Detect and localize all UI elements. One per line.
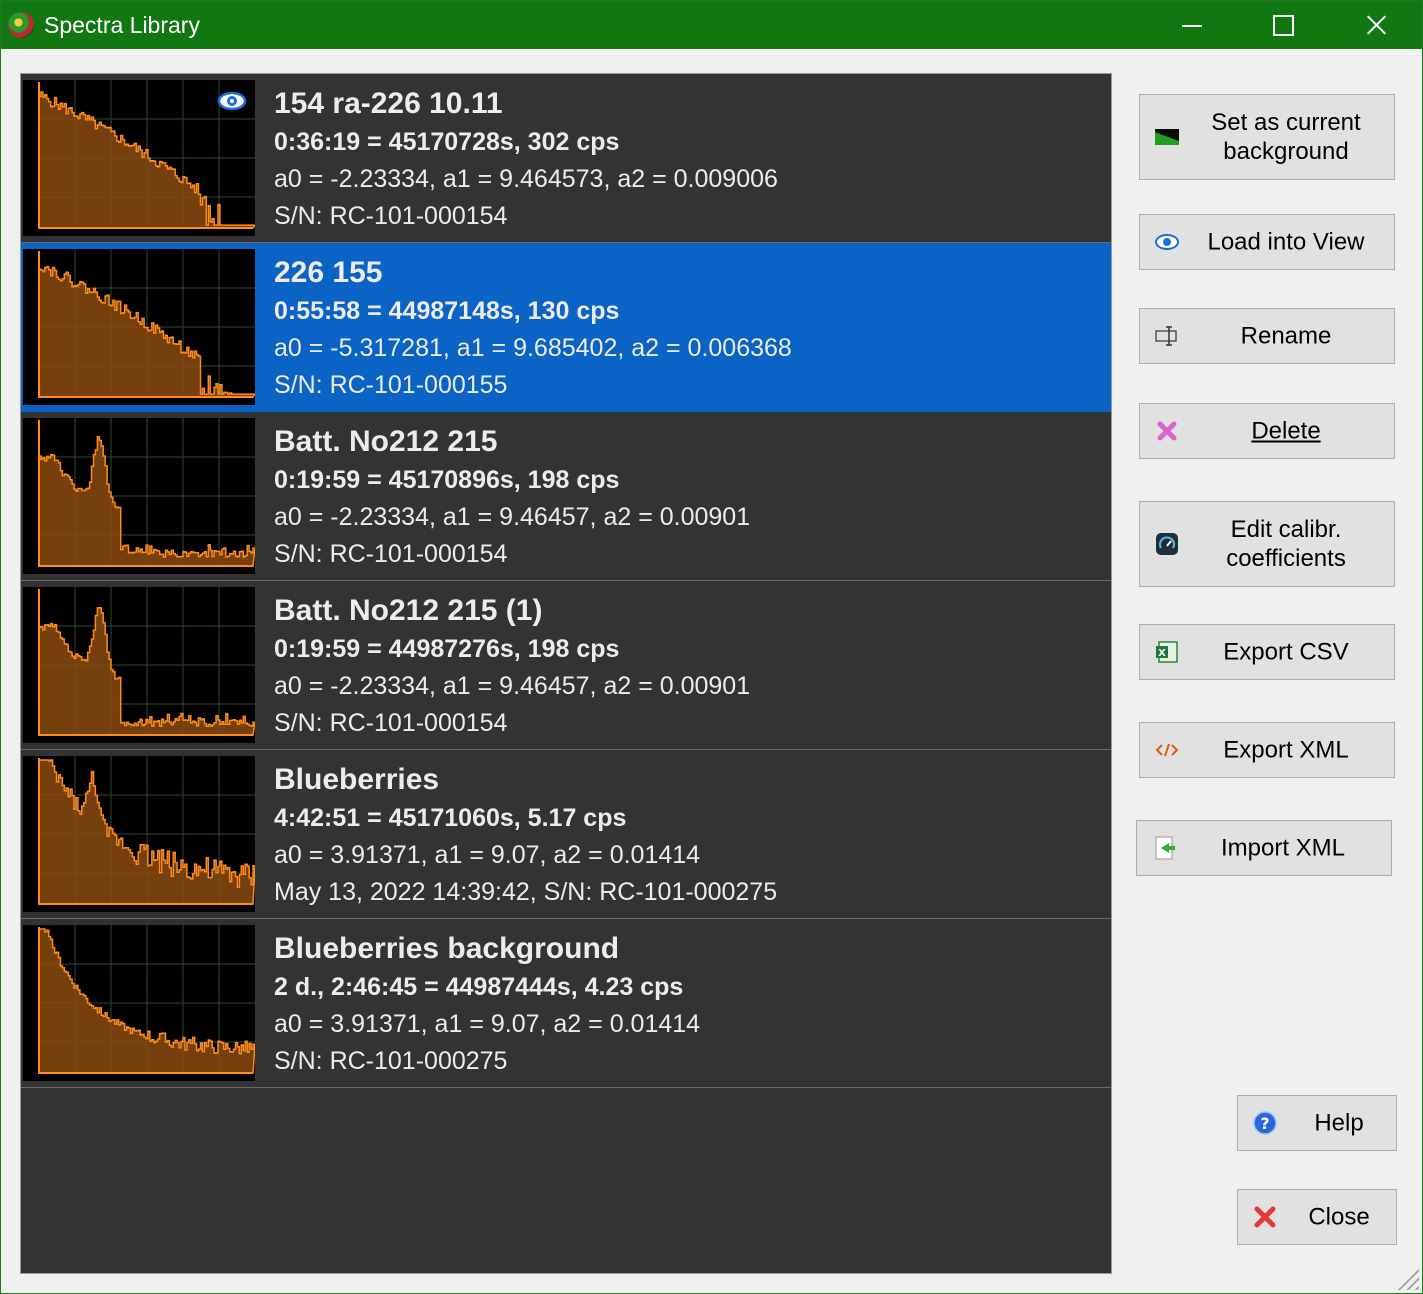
spectrum-stats: 2 d., 2:46:45 = 44987444s, 4.23 cps <box>274 973 684 1001</box>
svg-text:X: X <box>1158 648 1166 659</box>
spectrum-plot <box>38 418 255 567</box>
edit-calibration-label: Edit calibr. coefficients <box>1226 516 1346 572</box>
eye-icon <box>1155 234 1179 250</box>
spectrum-thumbnail <box>23 925 255 1081</box>
spectrum-text: 154 ra-226 10.11 0:36:19 = 45170728s, 30… <box>274 84 778 235</box>
spectrum-info: S/N: RC-101-000154 <box>274 709 508 737</box>
help-label: Help <box>1314 1109 1364 1137</box>
spectrum-name: 226 155 <box>274 256 383 289</box>
spectrum-info: May 13, 2022 14:39:42, S/N: RC-101-00027… <box>274 878 778 906</box>
spectrum-text: Batt. No212 215 (1) 0:19:59 = 44987276s,… <box>274 591 750 742</box>
spectrum-text: 226 155 0:55:58 = 44987148s, 130 cps a0 … <box>274 253 792 404</box>
export-xml-label: Export XML <box>1223 736 1349 764</box>
spectrum-stats: 0:55:58 = 44987148s, 130 cps <box>274 297 620 325</box>
spectrum-stats: 0:19:59 = 44987276s, 198 cps <box>274 635 620 663</box>
title-bar[interactable]: Spectra Library <box>1 1 1422 49</box>
spectrum-coefficients: a0 = -2.23334, a1 = 9.46457, a2 = 0.0090… <box>274 503 751 531</box>
spectrum-text: Blueberries background 2 d., 2:46:45 = 4… <box>274 929 700 1080</box>
spectrum-thumbnail <box>23 249 255 405</box>
delete-label: Delete <box>1251 417 1321 445</box>
import-xml-label: Import XML <box>1220 834 1346 862</box>
maximize-button[interactable] <box>1237 1 1329 49</box>
edit-calibration-button[interactable]: Edit calibr. coefficients <box>1139 501 1395 587</box>
spectrum-name: Blueberries background <box>274 932 620 965</box>
spectrum-stats: 0:19:59 = 45170896s, 198 cps <box>274 466 620 494</box>
resize-grip[interactable] <box>1397 1268 1419 1290</box>
rename-icon <box>1155 326 1177 346</box>
spectrum-info: S/N: RC-101-000154 <box>274 202 508 230</box>
eye-icon <box>217 91 247 111</box>
spectrum-coefficients: a0 = -2.23334, a1 = 9.46457, a2 = 0.0090… <box>274 672 751 700</box>
spectrum-item[interactable]: Blueberries background 2 d., 2:46:45 = 4… <box>21 919 1111 1088</box>
spectrum-thumbnail <box>23 418 255 574</box>
spectrum-info: S/N: RC-101-000275 <box>274 1047 508 1075</box>
help-icon: ? <box>1253 1111 1277 1135</box>
rename-label: Rename <box>1240 322 1332 350</box>
load-into-view-label: Load into View <box>1207 228 1365 256</box>
spectrum-stats: 4:42:51 = 45171060s, 5.17 cps <box>274 804 627 832</box>
spectrum-item[interactable]: Batt. No212 215 (1) 0:19:59 = 44987276s,… <box>21 581 1111 750</box>
gauge-icon <box>1156 533 1178 555</box>
spectrum-info: S/N: RC-101-000154 <box>274 540 508 568</box>
set-background-label: Set as current background <box>1211 109 1361 165</box>
spectrum-coefficients: a0 = 3.91371, a1 = 9.07, a2 = 0.01414 <box>274 841 701 869</box>
spectrum-text: Batt. No212 215 0:19:59 = 45170896s, 198… <box>274 422 750 573</box>
spectrum-item[interactable]: 154 ra-226 10.11 0:36:19 = 45170728s, 30… <box>21 74 1111 243</box>
export-csv-label: Export CSV <box>1223 638 1349 666</box>
spectrum-plot <box>38 587 255 736</box>
spectrum-plot <box>38 249 255 398</box>
window-title: Spectra Library <box>44 12 200 38</box>
spectrum-coefficients: a0 = -5.317281, a1 = 9.685402, a2 = 0.00… <box>274 334 792 362</box>
spectrum-thumbnail <box>23 80 255 236</box>
spectrum-plot <box>38 756 255 905</box>
spectrum-item-selected[interactable]: 226 155 0:55:58 = 44987148s, 130 cps a0 … <box>21 243 1111 412</box>
spectrum-coefficients: a0 = 3.91371, a1 = 9.07, a2 = 0.01414 <box>274 1010 701 1038</box>
export-csv-button[interactable]: X Export CSV <box>1139 624 1395 680</box>
close-window-button[interactable] <box>1329 1 1421 49</box>
spectrum-stats: 0:36:19 = 45170728s, 302 cps <box>274 128 620 156</box>
spectrum-item[interactable]: Blueberries 4:42:51 = 45171060s, 5.17 cp… <box>21 750 1111 919</box>
delete-icon <box>1157 421 1177 441</box>
close-icon <box>1254 1206 1276 1228</box>
spreadsheet-icon: X <box>1156 641 1178 663</box>
spectrum-name: Batt. No212 215 <box>274 425 498 458</box>
export-xml-button[interactable]: Export XML <box>1139 722 1395 778</box>
spectrum-text: Blueberries 4:42:51 = 45171060s, 5.17 cp… <box>274 760 777 911</box>
rename-button[interactable]: Rename <box>1139 308 1395 364</box>
close-label: Close <box>1308 1203 1370 1231</box>
load-into-view-button[interactable]: Load into View <box>1139 214 1395 270</box>
spectrum-info: S/N: RC-101-000155 <box>274 371 508 399</box>
spectrum-name: Blueberries <box>274 763 440 796</box>
set-background-button[interactable]: Set as current background <box>1139 94 1395 180</box>
spectrum-plot <box>38 925 255 1074</box>
close-button[interactable]: Close <box>1237 1189 1397 1245</box>
spectra-library-window: Spectra Library 154 ra-226 10.11 0:36:19… <box>0 0 1423 1294</box>
spectrum-coefficients: a0 = -2.23334, a1 = 9.464573, a2 = 0.009… <box>274 165 778 193</box>
svg-text:?: ? <box>1260 1114 1269 1133</box>
import-icon <box>1155 836 1175 860</box>
spectrum-name: Batt. No212 215 (1) <box>274 594 543 627</box>
code-icon <box>1155 743 1179 757</box>
minimize-button[interactable] <box>1145 1 1237 49</box>
spectrum-name: 154 ra-226 10.11 <box>274 87 503 120</box>
help-button[interactable]: ? Help <box>1237 1095 1397 1151</box>
import-xml-button[interactable]: Import XML <box>1136 820 1392 876</box>
spectra-list[interactable]: 154 ra-226 10.11 0:36:19 = 45170728s, 30… <box>20 73 1112 1274</box>
spectrum-item[interactable]: Batt. No212 215 0:19:59 = 45170896s, 198… <box>21 412 1111 581</box>
spectrum-thumbnail <box>23 756 255 912</box>
spectrum-thumbnail <box>23 587 255 743</box>
background-spectrum-icon <box>1155 129 1179 145</box>
delete-button[interactable]: Delete <box>1139 403 1395 459</box>
app-icon <box>8 12 34 38</box>
